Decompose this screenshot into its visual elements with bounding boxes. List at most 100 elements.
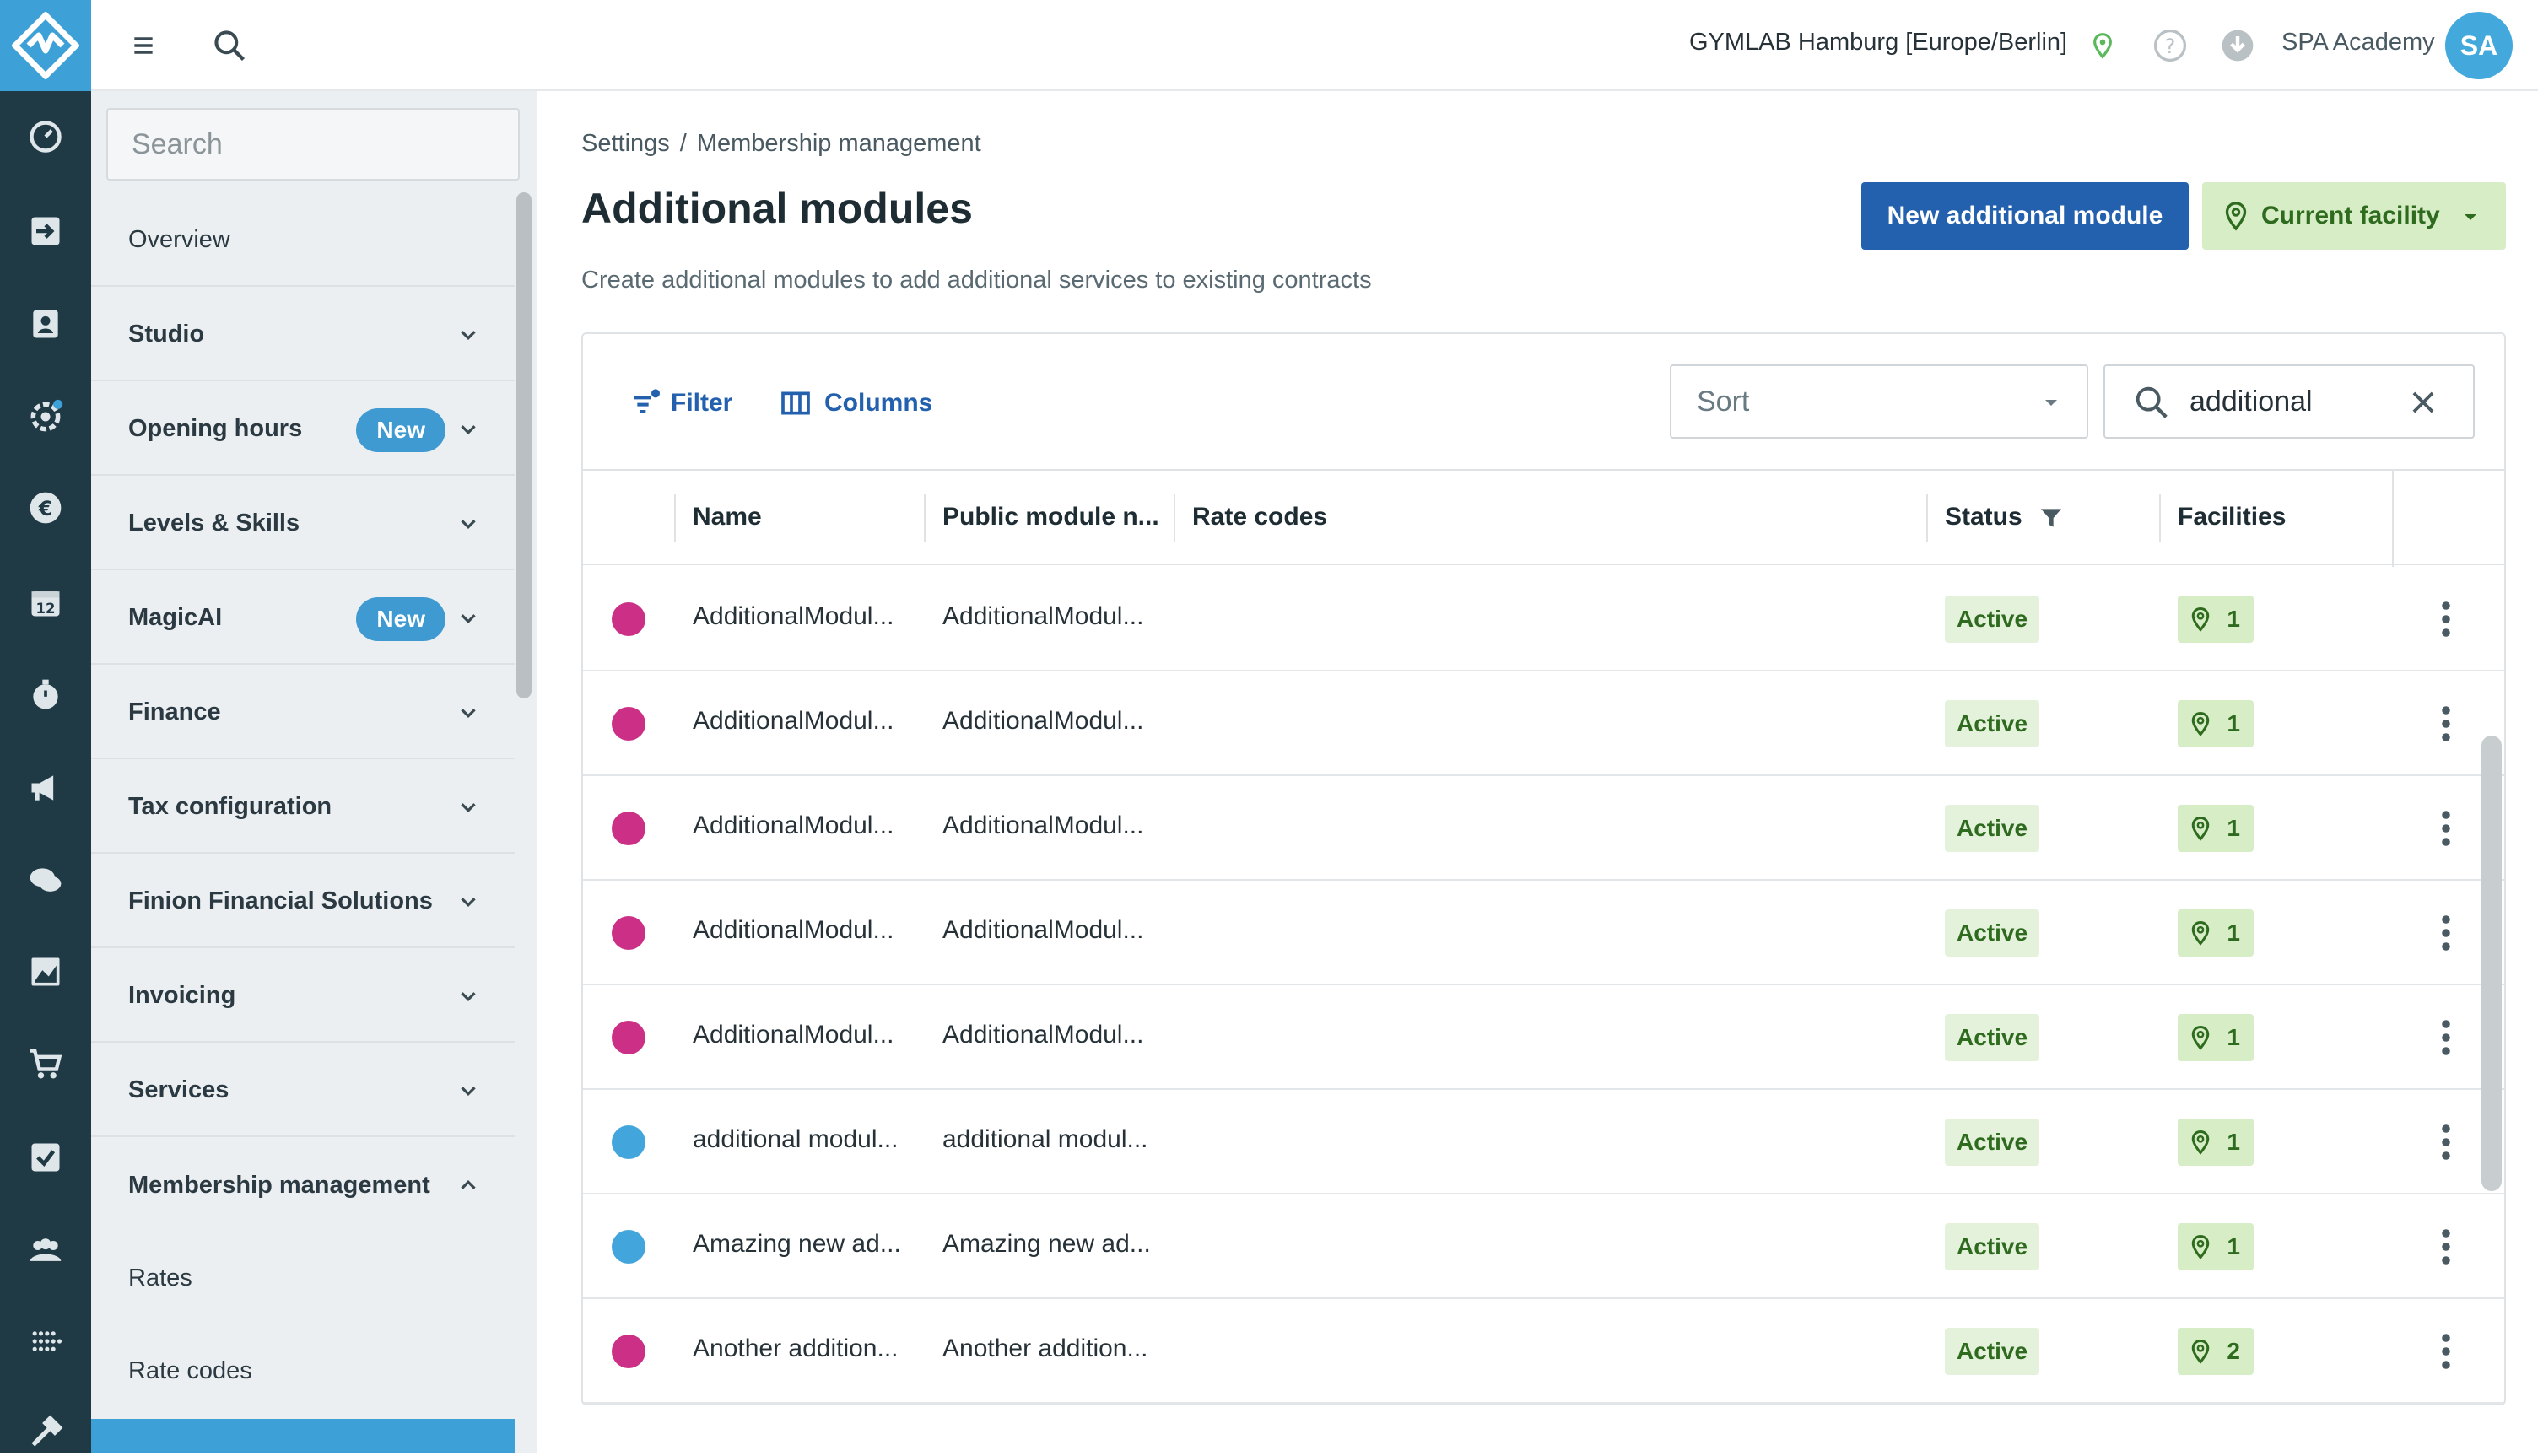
current-facility-button[interactable]: Current facility [2202,182,2506,250]
new-badge: New [356,597,446,641]
facilities-badge[interactable]: 1 [2178,1014,2254,1061]
chat-icon[interactable] [22,857,69,904]
clear-icon[interactable] [2407,386,2439,418]
sidebar-item-finance[interactable]: Finance [91,666,515,759]
facilities-badge[interactable]: 1 [2178,1223,2254,1270]
table-row[interactable]: Another addition...Another addition...Ac… [583,1299,2506,1404]
dashboard-icon[interactable] [22,113,69,160]
facilities-count: 1 [2227,606,2240,633]
apps-grid-icon[interactable] [22,1318,69,1365]
facilities-badge[interactable]: 2 [2178,1328,2254,1375]
sidebar-item-opening-hours[interactable]: Opening hoursNew [91,383,515,476]
cell-name: AdditionalModul... [693,916,894,945]
shop-cart-icon[interactable] [22,1041,69,1088]
facilities-badge[interactable]: 1 [2178,596,2254,643]
cell-public-name: Another addition... [942,1335,1148,1363]
sidebar-subitem-rate-codes[interactable]: Rate codes [91,1324,515,1417]
facilities-count: 1 [2227,815,2240,842]
sidebar-item-tax-configuration[interactable]: Tax configuration [91,761,515,854]
location-pin-icon [2188,1339,2213,1364]
analytics-icon[interactable] [22,948,69,995]
sidebar-scrollbar[interactable] [516,192,532,698]
search-icon[interactable] [206,22,253,69]
column-header-public-name[interactable]: Public module n... [942,503,1159,531]
table-row[interactable]: AdditionalModul...AdditionalModul...Acti… [583,881,2506,985]
tools-icon[interactable] [22,1409,69,1456]
cell-public-name: AdditionalModul... [942,916,1143,945]
facilities-count: 1 [2227,1129,2240,1156]
row-actions-icon[interactable] [2433,1017,2459,1058]
caret-down-icon [2041,393,2061,413]
calendar-icon[interactable]: 12 [22,579,69,626]
facilities-badge[interactable]: 1 [2178,1119,2254,1166]
tasks-icon[interactable] [22,1134,69,1181]
location-pin-icon [2221,201,2251,231]
avatar[interactable]: SA [2445,12,2513,79]
row-actions-icon[interactable] [2433,704,2459,744]
breadcrumb-membership-management[interactable]: Membership management [697,130,981,157]
sidebar-item-services[interactable]: Services [91,1044,515,1137]
members-icon[interactable] [22,1227,69,1274]
row-actions-icon[interactable] [2433,808,2459,849]
finance-icon[interactable]: € [22,484,69,531]
row-actions-icon[interactable] [2433,599,2459,639]
sidebar-item-finion[interactable]: Finion Financial Solutions [91,855,515,948]
breadcrumb: Settings / Membership management [581,130,981,158]
menu-icon[interactable] [120,22,167,69]
facilities-badge[interactable]: 1 [2178,700,2254,747]
table-row[interactable]: AdditionalModul...AdditionalModul...Acti… [583,776,2506,881]
filter-funnel-icon[interactable] [2038,504,2065,531]
column-separator [2392,471,2394,567]
row-actions-icon[interactable] [2433,913,2459,953]
sidebar-item-levels-skills[interactable]: Levels & Skills [91,477,515,570]
sidebar-item-invoicing[interactable]: Invoicing [91,950,515,1043]
contacts-icon[interactable] [22,300,69,348]
settings-icon[interactable] [22,393,69,440]
row-actions-icon[interactable] [2433,1331,2459,1372]
column-separator [924,494,926,542]
filter-button[interactable]: Filter [630,386,732,420]
row-actions-icon[interactable] [2433,1122,2459,1162]
app-logo[interactable] [0,0,91,91]
marketing-icon[interactable] [22,764,69,812]
table-row[interactable]: AdditionalModul...AdditionalModul...Acti… [583,985,2506,1090]
breadcrumb-separator: / [680,130,687,157]
column-header-name[interactable]: Name [693,503,762,531]
facilities-badge[interactable]: 1 [2178,805,2254,852]
facilities-count: 1 [2227,1024,2240,1051]
check-in-icon[interactable] [22,208,69,255]
sidebar-search-input[interactable]: Search [106,108,520,181]
table-scrollbar[interactable] [2481,736,2502,1191]
facility-label[interactable]: GYMLAB Hamburg [Europe/Berlin] [1689,29,2067,57]
download-icon[interactable] [2214,22,2261,69]
table-row[interactable]: Amazing new ad...Amazing new ad...Active… [583,1194,2506,1299]
sidebar-item-membership-management[interactable]: Membership management [91,1139,515,1232]
sidebar-item-studio[interactable]: Studio [91,289,515,381]
column-header-rate-codes[interactable]: Rate codes [1192,503,1327,531]
facilities-count: 1 [2227,919,2240,946]
column-header-facilities[interactable]: Facilities [2178,503,2286,531]
status-badge: Active [1945,1328,2039,1375]
table-search-input[interactable]: additional [2103,364,2475,439]
table-row[interactable]: AdditionalModul...AdditionalModul...Acti… [583,671,2506,776]
columns-button[interactable]: Columns [779,386,932,420]
table-row[interactable]: additional modul...additional modul...Ac… [583,1090,2506,1194]
row-actions-icon[interactable] [2433,1227,2459,1267]
breadcrumb-settings[interactable]: Settings [581,130,670,157]
facilities-badge[interactable]: 1 [2178,909,2254,957]
sidebar-item-overview[interactable]: Overview [91,194,515,287]
sidebar-subitem-active[interactable] [91,1419,515,1453]
sidebar-item-magicai[interactable]: MagicAINew [91,572,515,665]
timer-icon[interactable] [22,671,69,719]
location-pin-icon [2188,816,2213,841]
location-pin-icon [2188,607,2213,632]
table-row[interactable]: AdditionalModul...AdditionalModul...Acti… [583,567,2506,671]
sidebar-subitem-rates[interactable]: Rates [91,1232,515,1324]
help-icon[interactable]: ? [2146,22,2194,69]
page-subtitle: Create additional modules to add additio… [581,267,1372,294]
new-additional-module-button[interactable]: New additional module [1861,182,2189,250]
settings-sidebar: Search Overview Studio Opening hoursNew … [91,91,537,1453]
sort-select[interactable]: Sort [1670,364,2088,439]
column-header-status[interactable]: Status [1945,503,2065,531]
studio-name: SPA Academy [2282,29,2435,57]
